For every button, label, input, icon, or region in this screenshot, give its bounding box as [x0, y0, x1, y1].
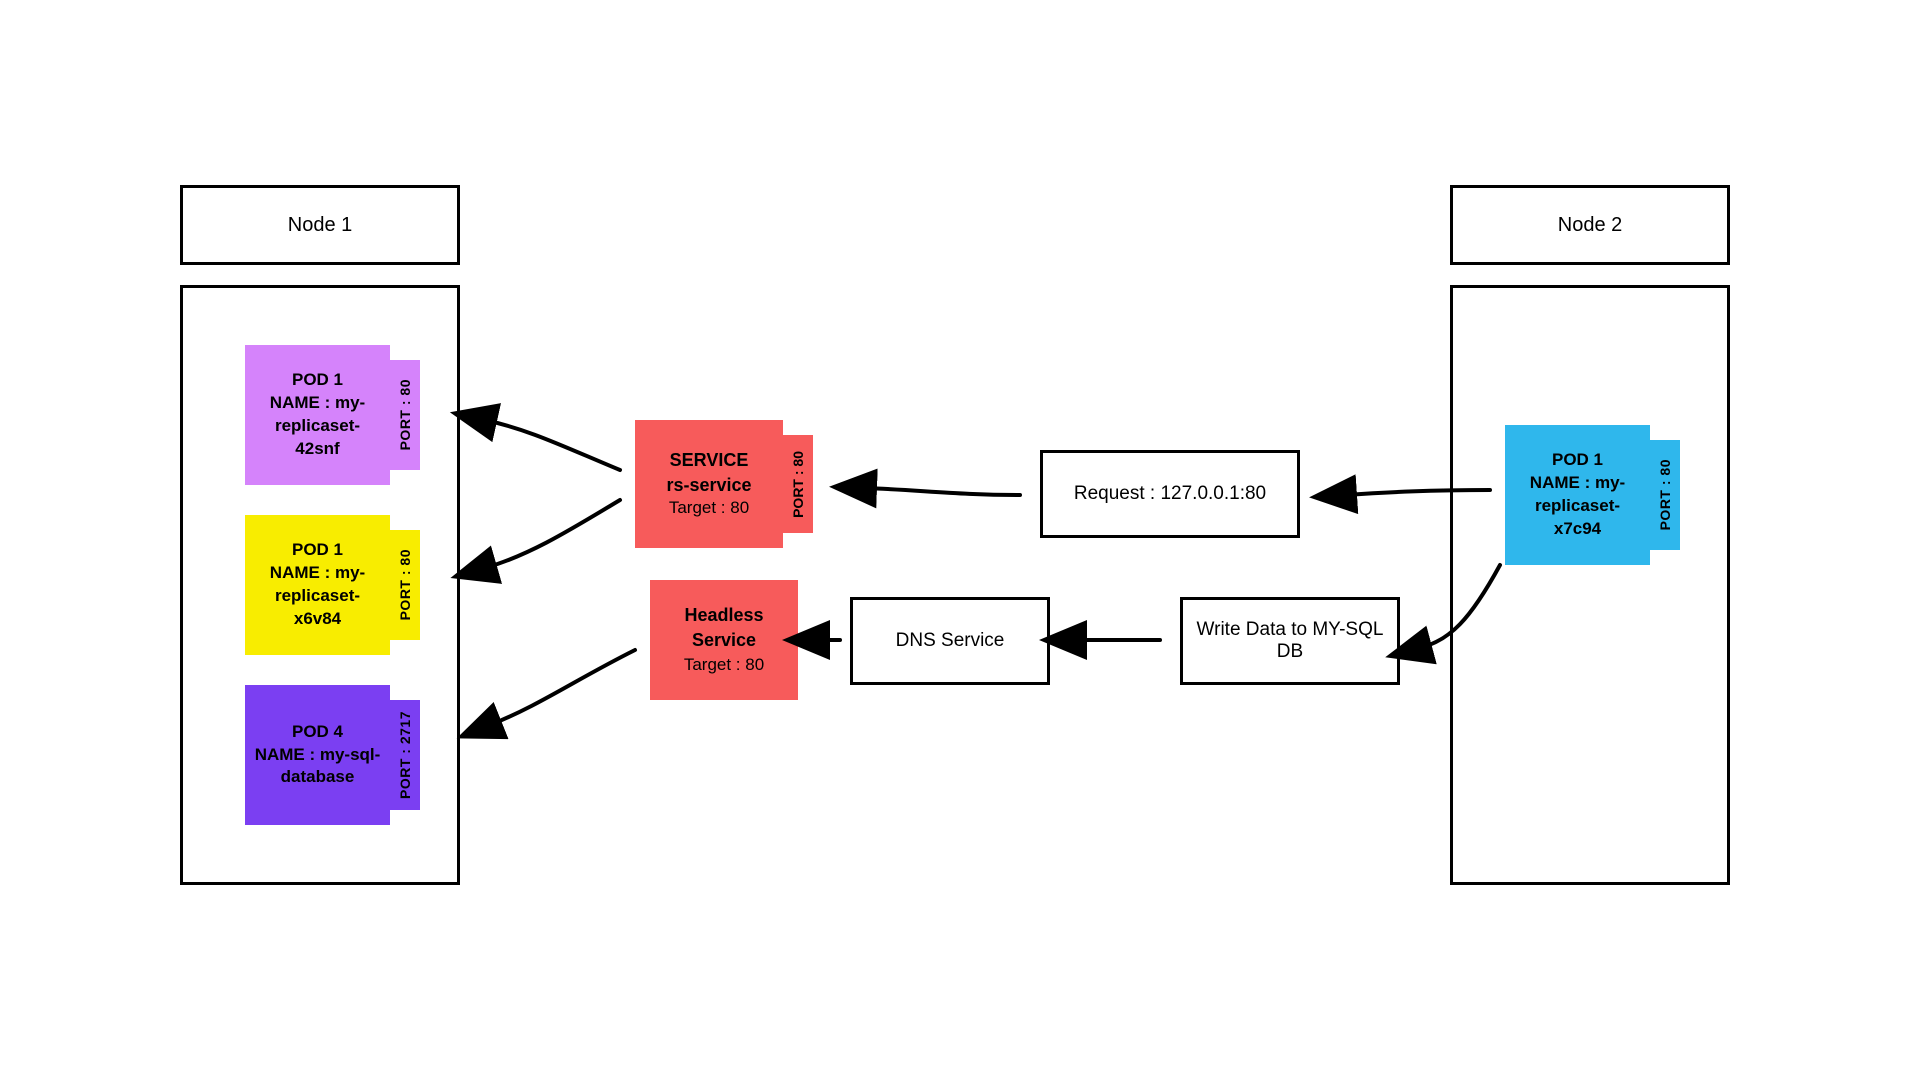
pod-header: POD 4 — [292, 721, 343, 744]
service-box: SERVICE rs-service Target : 80 PORT : 80 — [635, 420, 813, 548]
pod-port-text: PORT : 2717 — [397, 711, 413, 799]
pod-card: POD 1 NAME : my-replicaset-42snf — [245, 345, 390, 485]
pod-name: NAME : my-replicaset-x7c94 — [1513, 472, 1642, 541]
pod-port-text: PORT : 80 — [397, 379, 413, 450]
write-text: Write Data to MY-SQL DB — [1183, 619, 1397, 663]
pod-name: NAME : my-replicaset-x6v84 — [253, 562, 382, 631]
node2-pod-1: POD 1 NAME : my-replicaset-x7c94 PORT : … — [1505, 425, 1680, 565]
pod-name: NAME : my-sql-database — [253, 744, 382, 790]
node1-title: Node 1 — [180, 185, 460, 265]
node1-pod-1: POD 1 NAME : my-replicaset-42snf PORT : … — [245, 345, 420, 485]
node2-title: Node 2 — [1450, 185, 1730, 265]
pod-port-text: PORT : 80 — [1657, 459, 1673, 530]
pod-card: POD 4 NAME : my-sql-database — [245, 685, 390, 825]
dns-text: DNS Service — [896, 630, 1005, 652]
request-text: Request : 127.0.0.1:80 — [1074, 483, 1266, 505]
headless-service-box: Headless Service Target : 80 — [650, 580, 798, 700]
pod-card: POD 1 NAME : my-replicaset-x6v84 — [245, 515, 390, 655]
service-port-tab: PORT : 80 — [783, 435, 813, 533]
service-title: SERVICE — [670, 448, 749, 472]
service-target: Target : 80 — [669, 497, 749, 520]
pod-card: POD 1 NAME : my-replicaset-x7c94 — [1505, 425, 1650, 565]
service-main: SERVICE rs-service Target : 80 — [635, 420, 783, 548]
headless-target: Target : 80 — [684, 653, 764, 677]
pod-port-tab: PORT : 80 — [390, 360, 420, 470]
pod-port-tab: PORT : 80 — [390, 530, 420, 640]
headless-title: Headless Service — [658, 603, 790, 653]
request-box: Request : 127.0.0.1:80 — [1040, 450, 1300, 538]
pod-port-tab: PORT : 2717 — [390, 700, 420, 810]
service-port-text: PORT : 80 — [790, 451, 806, 518]
pod-port-tab: PORT : 80 — [1650, 440, 1680, 550]
node1-pod-2: POD 1 NAME : my-replicaset-x6v84 PORT : … — [245, 515, 420, 655]
node1-title-text: Node 1 — [288, 214, 353, 237]
node2-body — [1450, 285, 1730, 885]
dns-service-box: DNS Service — [850, 597, 1050, 685]
pod-port-text: PORT : 80 — [397, 549, 413, 620]
service-name: rs-service — [666, 473, 751, 497]
pod-header: POD 1 — [1552, 449, 1603, 472]
node1-pod-3: POD 4 NAME : my-sql-database PORT : 2717 — [245, 685, 420, 825]
pod-header: POD 1 — [292, 369, 343, 392]
node2-title-text: Node 2 — [1558, 214, 1623, 237]
pod-name: NAME : my-replicaset-42snf — [253, 392, 382, 461]
write-data-box: Write Data to MY-SQL DB — [1180, 597, 1400, 685]
pod-header: POD 1 — [292, 539, 343, 562]
